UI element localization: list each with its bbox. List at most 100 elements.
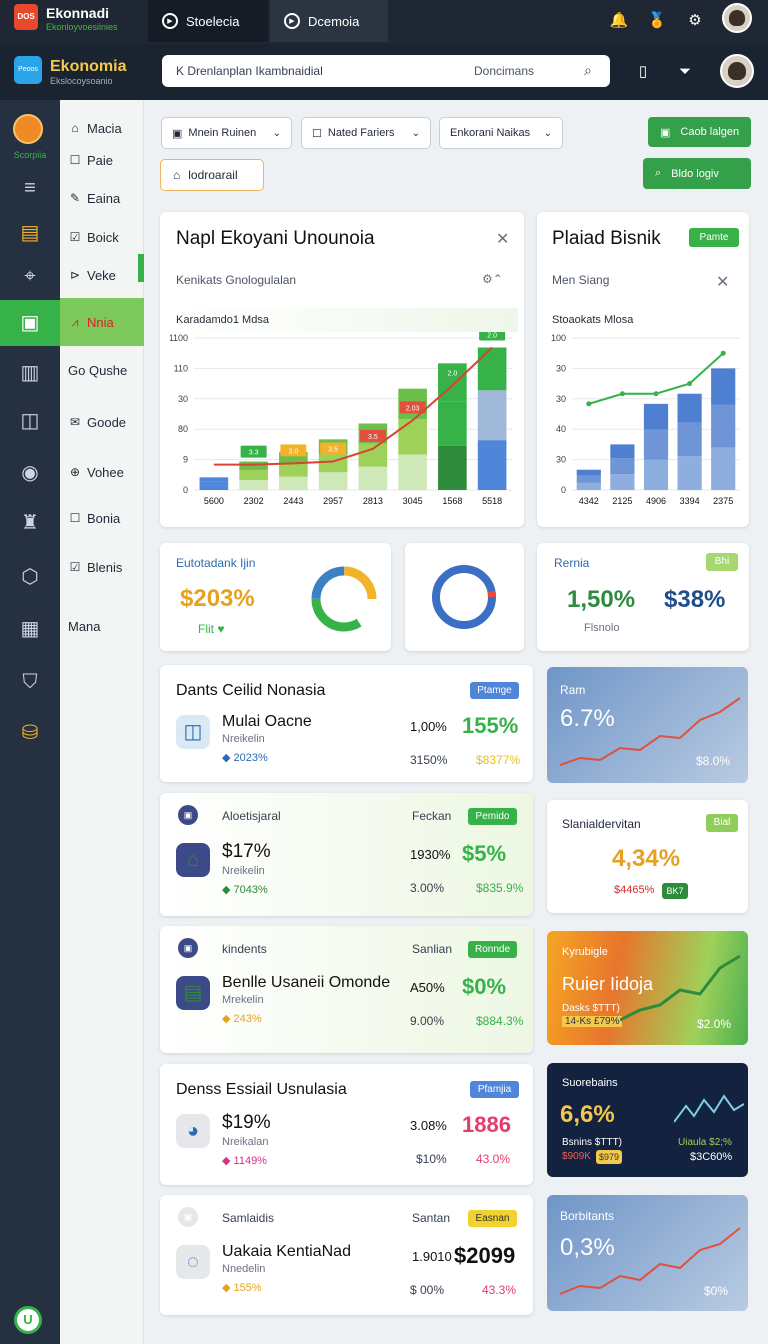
sidebar-item-nnia[interactable]: ⩘ Nnia: [60, 302, 144, 342]
brand-logo: Peoos: [14, 56, 42, 84]
bar-segment: [199, 481, 229, 486]
cup-icon[interactable]: ♜: [0, 500, 60, 544]
tile-foot: $8.0%: [696, 754, 731, 768]
y-tick-label: 30: [556, 455, 566, 465]
coin-icon[interactable]: ◉: [0, 450, 60, 494]
filter-icon[interactable]: ⏷: [674, 60, 696, 82]
search-placeholder: Doncimans: [474, 64, 535, 78]
tile-line2: 14-Ks £79%: [562, 1016, 623, 1027]
sidebar-item-bonia[interactable]: ☐ Bonia: [60, 498, 144, 538]
sidebar-item-mana[interactable]: Mana: [60, 606, 144, 646]
tile-value: 6,6%: [560, 1101, 615, 1128]
tile-foot-badge: BK7: [662, 883, 688, 899]
sidebar-item-paie[interactable]: ☐ Paie: [60, 140, 144, 180]
status-icon[interactable]: U: [14, 1306, 42, 1334]
chart-subtitle: Kenikats Gnologulalan: [176, 273, 297, 287]
series-point: [619, 391, 625, 397]
filter-select-1[interactable]: ▣ Mnein Ruinen ⌄: [161, 117, 292, 149]
square-icon: ☐: [69, 153, 81, 167]
menu-icon[interactable]: ≡: [0, 166, 60, 210]
sidebar-item-go-qushe[interactable]: Go Qushe: [60, 350, 144, 390]
shield-icon[interactable]: ⛉: [0, 660, 60, 704]
chart-legend: Karadamdo1 Mdsa: [176, 314, 269, 326]
bar-segment: [438, 445, 467, 490]
donut-chart-1: [311, 566, 377, 632]
y-tick-label: 9: [183, 455, 188, 465]
row-item-delta: ◆ 1149%: [222, 1155, 267, 1167]
row-item-delta: ◆ 243%: [222, 1013, 262, 1025]
side-chart-title: Plaiad Bisnik: [552, 228, 661, 249]
row-title: Denss Essiail Usnulasia: [176, 1081, 347, 1098]
create-button[interactable]: ▣ Caob lalgen: [648, 117, 751, 147]
tab-dcemoia[interactable]: ▶ Dcemoia: [270, 0, 388, 42]
robot-icon[interactable]: ⚙: [684, 9, 706, 31]
money-icon[interactable]: ⛁: [0, 710, 60, 754]
row-item-value: 1886: [462, 1112, 511, 1137]
chevron-down-icon: ⌄: [272, 127, 281, 139]
row-badge: Pfamjia: [470, 1081, 519, 1098]
data-label: 2.0: [448, 371, 458, 378]
row-item-pct2: 3150%: [410, 753, 448, 767]
wallet-icon[interactable]: ▤: [0, 210, 60, 254]
row-item-icon: ⌂: [176, 843, 210, 877]
data-label: 3.5: [328, 447, 338, 454]
sidebar-item-eaina[interactable]: ✎ Eaina: [60, 178, 144, 218]
arrow-icon: ◆: [222, 752, 231, 764]
table-icon[interactable]: ◫: [0, 398, 60, 442]
search-icon[interactable]: ⌕: [584, 62, 592, 79]
tile-badge: $979: [596, 1150, 622, 1164]
tab-stoelecia[interactable]: ▶ Stoelecia: [148, 0, 268, 42]
medal-icon[interactable]: 🏅: [646, 9, 668, 31]
row-title: Aloetisjaral: [222, 809, 281, 823]
document-icon[interactable]: ▥: [0, 350, 60, 394]
row-item-pct: 1,00%: [410, 719, 447, 734]
row-item-sub: Nreikalan: [222, 1136, 269, 1148]
sidebar-item-boick[interactable]: ☑ Boick: [60, 217, 144, 257]
tile-label: Kyrubigle: [562, 946, 608, 958]
sidebar-item-blenis[interactable]: ☑ Blenis: [60, 547, 144, 587]
bar-segment: [358, 443, 388, 467]
chevron-down-icon: ⌄: [411, 127, 420, 139]
clipboard-icon[interactable]: ▯: [632, 60, 654, 82]
y-tick-label: 30: [178, 394, 188, 404]
bar-segment: [279, 476, 308, 490]
filter-select-2[interactable]: ☐ Nated Fariers ⌄: [301, 117, 431, 149]
dashboard-button[interactable]: ⌂ lodroarail: [160, 159, 264, 191]
y-tick-label: 40: [556, 424, 566, 434]
data-label: 2.03: [406, 405, 420, 412]
row-item-value2: $835.9%: [476, 881, 524, 895]
brand-subtitle: Ekslocoysoanio: [50, 76, 113, 86]
bar-segment: [239, 480, 268, 490]
close-icon[interactable]: ✕: [716, 272, 729, 292]
y-tick-label: 30: [556, 363, 566, 373]
sidebar-item-goode[interactable]: ✉ Goode: [60, 402, 144, 442]
x-tick-label: 2813: [363, 496, 383, 506]
y-tick-label: 1100: [170, 333, 188, 343]
filter-select-3[interactable]: Enkorani Naikas ⌄: [439, 117, 563, 149]
row-badge: Ptamge: [470, 682, 519, 699]
bar-segment: [677, 422, 702, 457]
build-button[interactable]: ⌕ Bldo logiv: [643, 158, 751, 189]
app-title: Ekonnadi: [46, 5, 110, 21]
x-tick-label: 5518: [482, 496, 502, 506]
sidebar-item-vohee[interactable]: ⊕ Vohee: [60, 452, 144, 492]
sidebar-item-veke[interactable]: ⊳ Veke: [60, 255, 144, 295]
avatar-secondary[interactable]: [720, 54, 754, 88]
orange-icon[interactable]: [13, 114, 43, 144]
tag-icon[interactable]: ⌖: [0, 254, 60, 298]
notification-icon[interactable]: 🔔: [608, 9, 630, 31]
edit-icon: ☑: [69, 230, 81, 244]
lock-icon[interactable]: ▦: [0, 606, 60, 650]
bar-segment: [438, 401, 467, 446]
close-icon[interactable]: ✕: [496, 229, 509, 249]
cube-icon[interactable]: ⬡: [0, 554, 60, 598]
arrow-icon: ◆: [222, 1013, 231, 1025]
data-label: 3.3: [249, 450, 259, 457]
search-input[interactable]: K Drenlanplan Ikambnaidial Doncimans ⌕: [162, 55, 610, 87]
bar-segment: [610, 444, 635, 459]
bar-segment: [711, 368, 736, 405]
y-tick-label: 80: [178, 424, 188, 434]
avatar[interactable]: [722, 3, 752, 33]
row-item-value: $5%: [462, 841, 507, 866]
settings-icon[interactable]: ⚙︎⌃: [482, 272, 503, 286]
